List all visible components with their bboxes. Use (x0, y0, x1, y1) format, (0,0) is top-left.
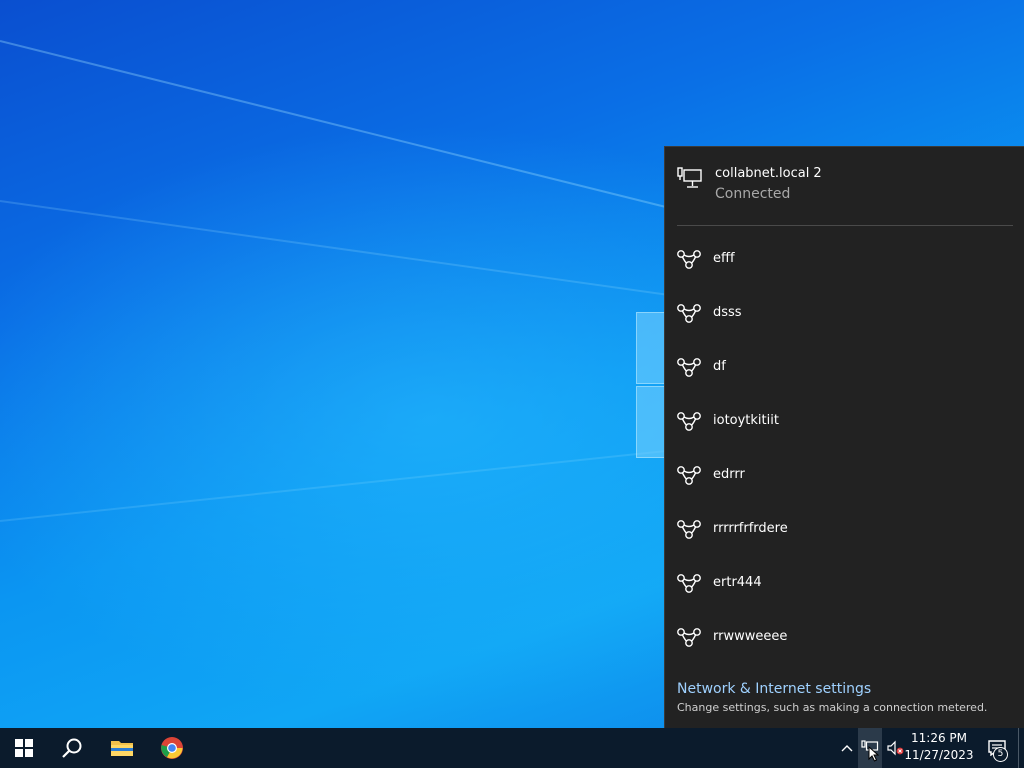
volume-muted-icon (887, 740, 904, 756)
start-button[interactable] (0, 728, 48, 768)
dialup-network-icon (676, 464, 702, 486)
network-flyout: collabnet.local 2 Connected efff dsss df… (664, 146, 1024, 728)
taskbar-clock[interactable]: 11:26 PM 11/27/2023 (904, 730, 974, 766)
connected-network[interactable]: collabnet.local 2 Connected (665, 147, 1024, 225)
chevron-up-icon (841, 745, 853, 752)
show-desktop-button[interactable] (1018, 728, 1024, 768)
light-beam (0, 200, 694, 300)
file-explorer-icon (111, 741, 133, 756)
network-item[interactable]: rrrrrfrfrdere (665, 503, 1024, 557)
dialup-network-icon (676, 248, 702, 270)
chrome-button[interactable] (148, 728, 196, 768)
network-list: efff dsss df iotoytkitiit edrrr rrrrrfrf… (665, 233, 1024, 665)
dialup-network-icon (676, 356, 702, 378)
network-item[interactable]: dsss (665, 287, 1024, 341)
light-beam (0, 40, 738, 226)
network-item[interactable]: efff (665, 233, 1024, 287)
ethernet-icon (677, 167, 702, 188)
network-name: dsss (713, 305, 742, 320)
network-name: rrrrrfrfrdere (713, 521, 788, 536)
network-settings-section: Network & Internet settings Change setti… (677, 681, 1013, 714)
network-name: efff (713, 251, 735, 266)
windows-logo-pane (636, 386, 666, 458)
dialup-network-icon (676, 518, 702, 540)
search-button[interactable] (48, 728, 96, 768)
dialup-network-icon (676, 410, 702, 432)
network-internet-settings-link[interactable]: Network & Internet settings (677, 681, 1013, 697)
network-item[interactable]: edrrr (665, 449, 1024, 503)
network-name: iotoytkitiit (713, 413, 779, 428)
network-name: rrwwweeee (713, 629, 788, 644)
network-name: ertr444 (713, 575, 762, 590)
network-item[interactable]: rrwwweeee (665, 611, 1024, 665)
dialup-network-icon (676, 572, 702, 594)
clock-date: 11/27/2023 (904, 748, 974, 762)
volume-tray-button[interactable] (884, 728, 906, 768)
network-name: edrrr (713, 467, 745, 482)
light-beam (0, 446, 697, 522)
windows-logo-pane (636, 312, 666, 384)
file-explorer-button[interactable] (98, 728, 146, 768)
show-hidden-icons-button[interactable] (838, 728, 856, 768)
network-item[interactable]: iotoytkitiit (665, 395, 1024, 449)
dialup-network-icon (676, 626, 702, 648)
start-icon (15, 739, 33, 757)
dialup-network-icon (676, 302, 702, 324)
divider (677, 225, 1013, 226)
connected-network-status: Connected (715, 186, 791, 202)
network-settings-description: Change settings, such as making a connec… (677, 701, 988, 714)
search-icon (62, 738, 82, 758)
chrome-icon (161, 737, 183, 759)
network-item[interactable]: df (665, 341, 1024, 395)
action-center-button[interactable]: 5 (980, 728, 1014, 768)
network-item[interactable]: ertr444 (665, 557, 1024, 611)
network-tray-button[interactable] (858, 728, 882, 768)
mouse-cursor-icon (868, 746, 880, 762)
taskbar: 11:26 PM 11/27/2023 5 (0, 728, 1024, 768)
notification-count-badge: 5 (993, 747, 1008, 762)
connected-network-name: collabnet.local 2 (715, 166, 822, 181)
clock-time: 11:26 PM (911, 731, 967, 745)
network-name: df (713, 359, 726, 374)
